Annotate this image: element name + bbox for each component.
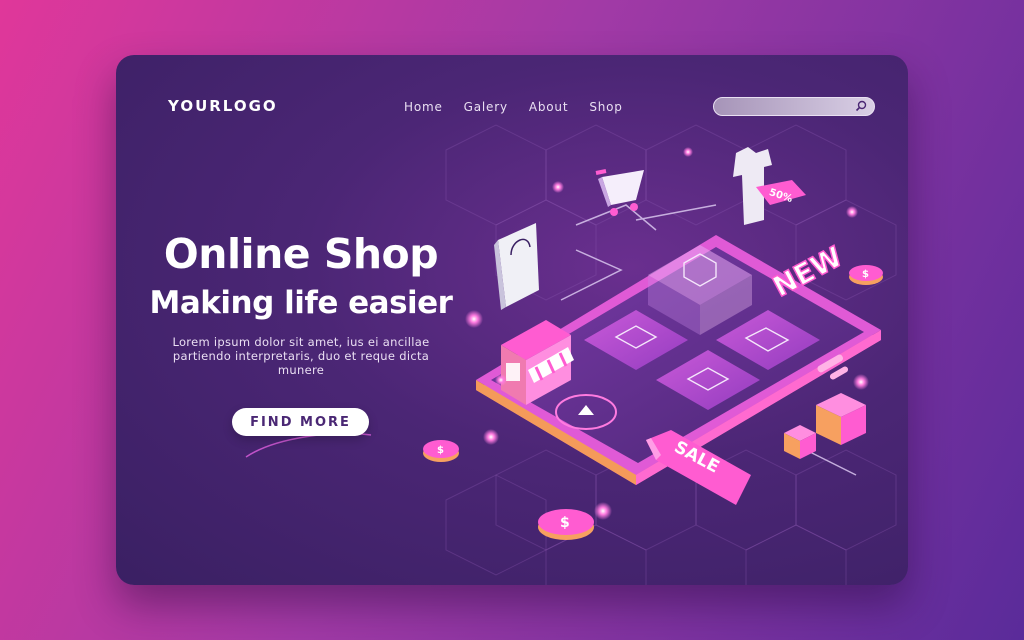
svg-text:$: $ <box>560 515 570 531</box>
shop-illustration: 50% NEW SALE $ $ $ <box>423 147 883 540</box>
shopping-bag-icon <box>494 223 539 310</box>
svg-text:$: $ <box>862 269 869 280</box>
svg-text:$: $ <box>437 445 444 456</box>
boxes-illustration <box>784 393 866 459</box>
tshirt-icon: 50% <box>733 147 806 225</box>
shopping-cart-icon <box>595 169 644 216</box>
landing-card: YOURLOGO Home Galery About Shop Online S… <box>116 55 908 585</box>
